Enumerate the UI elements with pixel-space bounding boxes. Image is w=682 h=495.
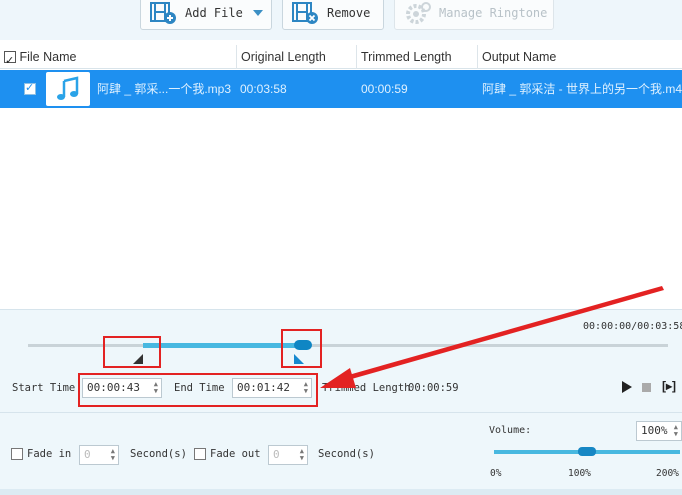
annotation-box-start-handle xyxy=(103,336,161,368)
remove-button[interactable]: Remove xyxy=(282,0,384,30)
volume-mid-label: 100% xyxy=(568,468,591,479)
add-file-button[interactable]: Add File xyxy=(140,0,272,30)
chevron-down-icon[interactable] xyxy=(252,10,263,16)
gear-icon xyxy=(403,0,433,26)
music-note-icon xyxy=(46,72,90,106)
trimmed-length-header[interactable]: Trimmed Length xyxy=(357,45,478,69)
annotation-box-time-fields xyxy=(78,373,318,407)
spinner-arrows-icon[interactable]: ▲ ▼ xyxy=(300,448,304,462)
table-row[interactable]: 阿肆 _ 郭采...一个我.mp3 00:03:58 00:00:59 阿肆 _… xyxy=(0,70,682,108)
volume-slider-thumb[interactable] xyxy=(578,447,596,456)
output-name-header-label: Output Name xyxy=(482,50,557,64)
original-length-header-label: Original Length xyxy=(241,50,326,64)
toolbar: Add File Remove Manage Ringtone xyxy=(0,0,682,40)
row-trimmed-length: 00:00:59 xyxy=(361,82,408,96)
add-file-label: Add File xyxy=(185,6,243,20)
remove-file-icon xyxy=(291,0,321,26)
row-output-name: 阿肆 _ 郭采洁 - 世界上的另一个我.m4r xyxy=(482,82,682,96)
manage-ringtone-label: Manage Ringtone xyxy=(439,6,548,20)
output-name-header[interactable]: Output Name xyxy=(478,45,682,69)
fade-out-value: 0 xyxy=(273,448,280,461)
file-name-header[interactable]: File Name xyxy=(0,45,237,73)
original-length-header[interactable]: Original Length xyxy=(237,45,357,69)
stop-icon[interactable] xyxy=(642,383,651,392)
select-all-checkbox[interactable] xyxy=(4,49,16,73)
fade-in-value: 0 xyxy=(84,448,91,461)
trimmed-length-label: Trimmed Length xyxy=(322,382,411,394)
fade-in-unit: Second(s) xyxy=(130,448,187,460)
trimmed-length-value: 00:00:59 xyxy=(408,382,459,394)
volume-min-label: 0% xyxy=(490,468,502,479)
fade-out-label: Fade out xyxy=(210,448,261,460)
fade-in-checkbox[interactable] xyxy=(11,448,23,460)
manage-ringtone-button[interactable]: Manage Ringtone xyxy=(394,0,554,30)
remove-label: Remove xyxy=(327,6,371,20)
fade-out-unit: Second(s) xyxy=(318,448,375,460)
volume-label: Volume: xyxy=(489,425,532,436)
fade-out-checkbox[interactable] xyxy=(194,448,206,460)
fade-out-field[interactable]: 0 ▲ ▼ xyxy=(268,445,308,465)
row-original-length: 00:03:58 xyxy=(240,82,287,96)
spinner-arrows-icon[interactable]: ▲ ▼ xyxy=(674,424,678,438)
file-name-header-label: File Name xyxy=(19,50,77,64)
volume-value: 100% xyxy=(641,424,668,437)
volume-field[interactable]: 100% ▲ ▼ xyxy=(636,421,682,441)
start-time-label: Start Time xyxy=(12,382,76,394)
row-checkbox[interactable] xyxy=(24,81,36,95)
playback-position-readout: 00:00:00/00:03:58 xyxy=(583,321,682,332)
annotation-box-end-handle xyxy=(281,329,322,368)
volume-max-label: 200% xyxy=(656,468,679,479)
row-file-name: 阿肆 _ 郭采...一个我.mp3 xyxy=(97,82,232,96)
file-table-header: File Name Original Length Trimmed Length… xyxy=(0,45,682,73)
play-selection-icon[interactable]: [▸] xyxy=(662,379,676,393)
trimmed-length-header-label: Trimmed Length xyxy=(361,50,452,64)
add-file-icon xyxy=(149,0,179,26)
status-bar xyxy=(0,489,682,495)
fade-in-label: Fade in xyxy=(27,448,72,460)
play-icon[interactable] xyxy=(622,381,632,393)
fade-in-field[interactable]: 0 ▲ ▼ xyxy=(79,445,119,465)
spinner-arrows-icon[interactable]: ▲ ▼ xyxy=(111,448,115,462)
effects-panel: Fade in 0 ▲ ▼ Second(s) Fade out 0 ▲ ▼ Sec… xyxy=(0,412,682,489)
trim-selected-range xyxy=(143,343,304,348)
